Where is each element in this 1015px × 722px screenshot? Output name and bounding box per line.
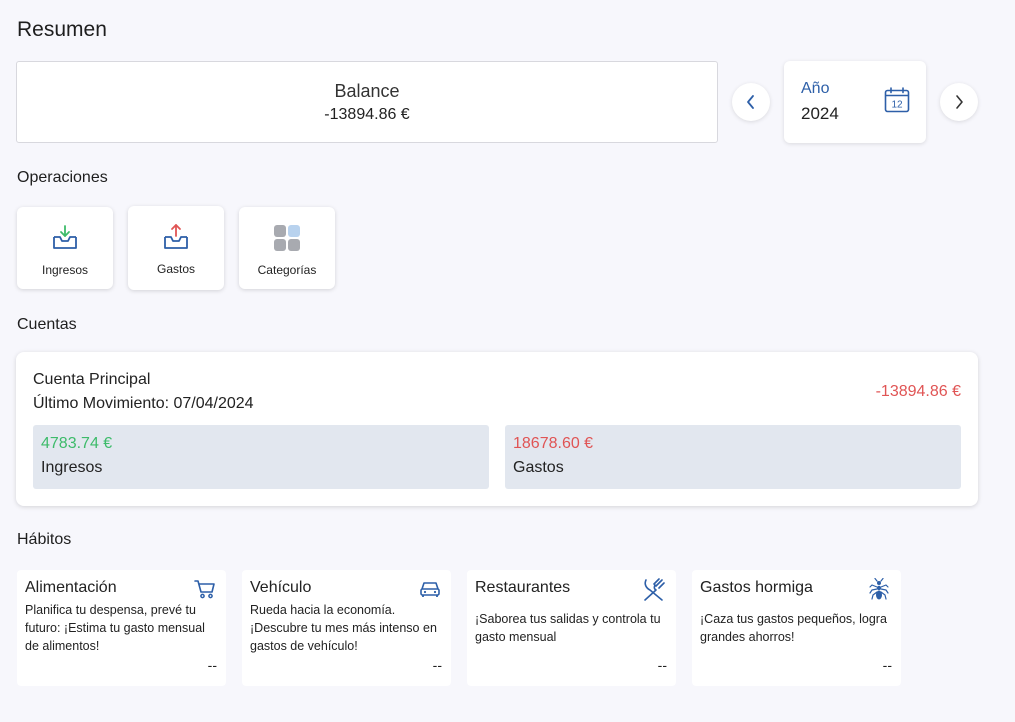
inbox-upload-icon [164, 224, 188, 249]
operations-title: Operaciones [17, 169, 108, 186]
habit-value: -- [207, 657, 217, 673]
habit-title: Gastos hormiga [700, 579, 813, 596]
categories-operation-button[interactable]: Categorías [239, 207, 335, 289]
habit-card-food[interactable]: Alimentación Planifica tu despensa, prev… [17, 570, 226, 686]
account-card[interactable]: Cuenta Principal Último Movimiento: 07/0… [16, 352, 978, 506]
account-income-amount: 4783.74 € [41, 435, 113, 452]
account-expense-label: Gastos [513, 459, 564, 476]
utensils-icon [644, 578, 665, 601]
habit-value: -- [657, 657, 667, 673]
habit-title: Vehículo [250, 579, 312, 596]
habit-description: ¡Saborea tus salidas y controla tu gasto… [475, 612, 661, 644]
account-last-movement: Último Movimiento: 07/04/2024 [33, 395, 254, 412]
page-title: Resumen [17, 18, 107, 41]
chevron-left-icon [747, 95, 754, 109]
balance-card: Balance -13894.86 € [16, 61, 718, 143]
balance-title: Balance [334, 80, 400, 101]
categories-operation-label: Categorías [257, 263, 317, 277]
income-operation-label: Ingresos [41, 263, 89, 277]
expense-operation-label: Gastos [156, 262, 195, 276]
chevron-right-icon [956, 95, 963, 109]
grid-icon [274, 225, 300, 251]
habit-description: Rueda hacia la economía. ¡Descubre tu me… [250, 603, 437, 653]
inbox-download-icon [53, 225, 77, 249]
account-expense-box: 18678.60 € Gastos [505, 425, 961, 489]
year-label: Año [801, 80, 830, 97]
account-expense-amount: 18678.60 € [513, 435, 594, 452]
next-year-button[interactable] [940, 83, 978, 121]
habit-title: Alimentación [25, 579, 117, 596]
habit-card-restaurants[interactable]: Restaurantes ¡Saborea tus salidas y cont… [467, 570, 676, 686]
account-income-label: Ingresos [41, 459, 103, 476]
calendar-icon: 12 [884, 87, 910, 113]
habit-value: -- [882, 657, 892, 673]
habit-title: Restaurantes [475, 579, 571, 596]
svg-text:12: 12 [891, 100, 903, 111]
expense-operation-button[interactable]: Gastos [128, 206, 224, 290]
habit-card-ant-expenses[interactable]: Gastos hormiga ¡Caza tus gastos pequeños… [692, 570, 901, 686]
habits-title: Hábitos [17, 531, 72, 548]
account-name: Cuenta Principal [33, 371, 151, 388]
accounts-title: Cuentas [17, 316, 77, 333]
habit-description: Planifica tu despensa, prevé tu futuro: … [25, 603, 205, 653]
cart-icon [194, 580, 215, 599]
habit-card-vehicle[interactable]: Vehículo Rueda hacia la economía. ¡Descu… [242, 570, 451, 686]
income-operation-button[interactable]: Ingresos [17, 207, 113, 289]
year-selector[interactable]: Año 2024 12 [784, 61, 926, 143]
account-total: -13894.86 € [875, 383, 961, 400]
account-income-box: 4783.74 € Ingresos [33, 425, 489, 489]
previous-year-button[interactable] [732, 83, 770, 121]
ant-icon [869, 578, 889, 600]
year-value: 2024 [801, 104, 839, 123]
habit-value: -- [432, 657, 442, 673]
habit-description: ¡Caza tus gastos pequeños, logra grandes… [700, 612, 887, 644]
balance-value: -13894.86 € [324, 105, 410, 123]
car-icon [420, 582, 440, 597]
